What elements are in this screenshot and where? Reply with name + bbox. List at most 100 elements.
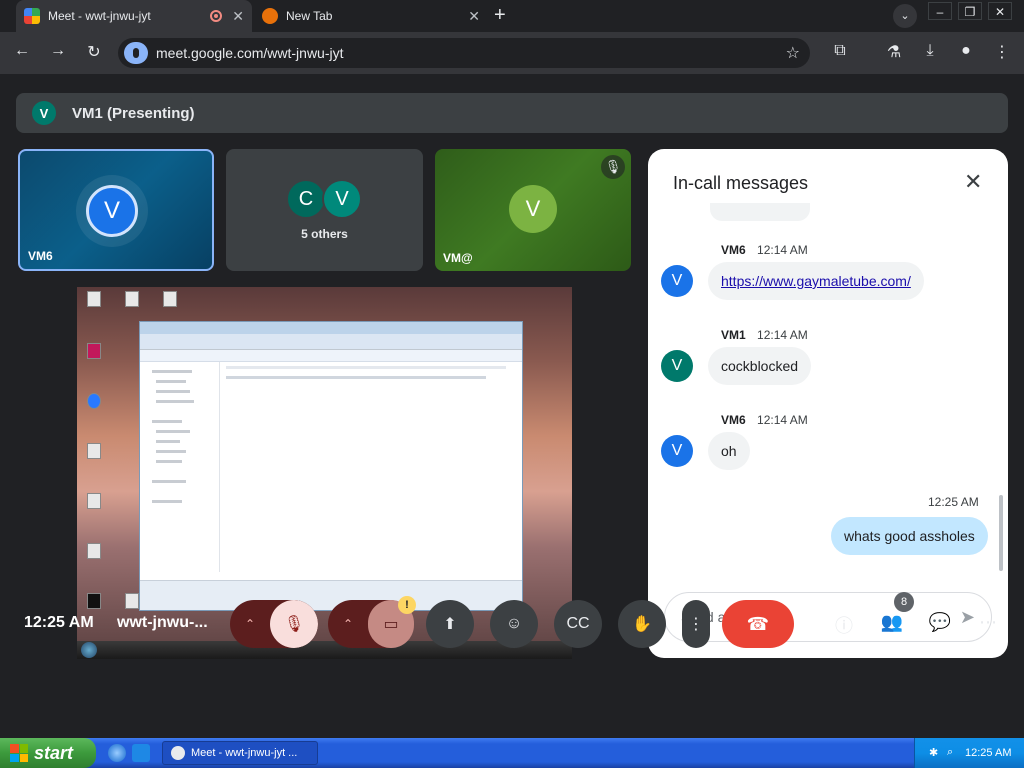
presenter-avatar: V [32, 101, 56, 125]
avatar: C [286, 179, 326, 219]
activities-icon[interactable]: ⋯ [976, 612, 1000, 636]
system-tray: ✱ ⌕ 12:25 AM [914, 738, 1024, 768]
labs-icon[interactable]: ⚗ [883, 42, 905, 62]
new-tab-button[interactable]: + [494, 4, 506, 27]
network-icon[interactable]: ✱ [929, 746, 943, 760]
explorer-toolbar [140, 350, 522, 362]
search-icon[interactable]: ⌕ [947, 746, 961, 760]
people-icon[interactable]: 👥 [880, 612, 904, 636]
close-window-icon[interactable]: ✕ [988, 2, 1012, 20]
shared-screen [77, 287, 572, 659]
explorer-window [139, 321, 523, 611]
tray-clock: 12:25 AM [965, 747, 1012, 759]
meet-favicon-icon [24, 8, 40, 24]
message-link[interactable]: https://www.gaymaletube.com/ [708, 262, 924, 300]
chat-icon[interactable]: 💬 [928, 612, 952, 636]
participant-tile-vm6[interactable]: V VM6 [18, 149, 214, 271]
menu-icon[interactable]: ⋮ [991, 42, 1013, 62]
url-text[interactable]: meet.google.com/wwt-jnwu-jyt [156, 45, 786, 61]
windows-flag-icon [10, 744, 28, 762]
download-icon[interactable]: ⤓ [919, 42, 941, 60]
recording-icon [210, 10, 223, 22]
message-time: 12:14 AM [757, 413, 808, 427]
avatar: V [509, 185, 557, 233]
message-time: 12:14 AM [757, 328, 808, 342]
minimize-icon[interactable]: – [928, 2, 952, 20]
message-sender: VM6 [721, 243, 746, 257]
avatar: V [86, 185, 138, 237]
meeting-details-icon[interactable]: ⓘ [832, 612, 856, 636]
desktop-file-icon [125, 593, 139, 609]
participant-tile-vm-at[interactable]: 🎙 V VM@ [435, 149, 631, 271]
desktop-file-icon [163, 291, 177, 307]
taskbar-item-label: Meet - wwt-jnwu-jyt ... [191, 747, 298, 759]
profile-icon[interactable]: ● [955, 42, 977, 60]
back-icon[interactable]: ← [10, 42, 34, 60]
mic-off-icon: 🎙 [601, 155, 625, 179]
participant-name: VM@ [443, 251, 473, 265]
tab-title: New Tab [286, 9, 333, 23]
audio-settings-chevron-icon[interactable]: ⌃ [230, 600, 270, 648]
mic-control-group: ⌃ 🎙 [230, 600, 318, 648]
present-screen-button[interactable]: ⬆ [426, 600, 474, 648]
start-button[interactable]: start [0, 738, 96, 768]
close-tab-icon[interactable]: ✕ [232, 8, 244, 25]
sender-avatar: V [661, 265, 693, 297]
leave-call-button[interactable]: ☎ [722, 600, 794, 648]
presenting-banner: V VM1 (Presenting) [16, 93, 1008, 133]
reload-icon[interactable]: ↻ [82, 42, 106, 62]
meeting-clock: 12:25 AM [24, 614, 94, 631]
desktop-file-icon [125, 291, 139, 307]
os-taskbar: start Meet - wwt-jnwu-jyt ... ✱ ⌕ 12:25 … [0, 738, 1024, 768]
mic-off-button[interactable]: 🎙 [270, 600, 318, 648]
video-settings-chevron-icon[interactable]: ⌃ [328, 600, 368, 648]
message-sender: VM1 [721, 328, 746, 342]
chat-scrollbar[interactable] [999, 495, 1003, 571]
chrome-quicklaunch-icon[interactable] [132, 744, 150, 762]
avatar-stack: C V [286, 179, 362, 219]
recycle-bin-icon [87, 291, 101, 307]
chat-panel: In-call messages ✕ VM6 12:14 AM V https:… [648, 149, 1008, 658]
message-bubble: cockblocked [708, 347, 812, 385]
others-label: 5 others [301, 227, 348, 241]
new-tab-favicon-icon [262, 8, 278, 24]
tab-meet[interactable]: Meet - wwt-jnwu-jyt ✕ [16, 0, 252, 32]
close-chat-icon[interactable]: ✕ [964, 169, 982, 195]
tab-new-tab[interactable]: New Tab ✕ [254, 0, 488, 32]
site-info-icon[interactable] [124, 42, 148, 64]
desktop-file-icon [87, 443, 101, 459]
presenting-label: VM1 (Presenting) [72, 104, 195, 122]
explorer-titlebar [140, 322, 522, 334]
shared-taskbar [77, 641, 572, 659]
avatar: V [322, 179, 362, 219]
address-bar[interactable]: meet.google.com/wwt-jnwu-jyt ☆ [118, 38, 810, 68]
send-icon[interactable]: ➤ [960, 607, 975, 628]
chrome-icon [171, 746, 185, 760]
camera-warning-icon[interactable]: ! [398, 596, 416, 614]
emoji-reaction-button[interactable]: ☺ [490, 600, 538, 648]
desktop-file-icon [87, 493, 101, 509]
participant-name: VM6 [28, 249, 53, 263]
extensions-icon[interactable]: ⧉ [829, 42, 851, 60]
captions-button[interactable]: CC [554, 600, 602, 648]
shared-start-orb-icon [81, 642, 97, 658]
chat-title: In-call messages [673, 173, 809, 193]
message-header: VM6 12:14 AM [721, 243, 808, 257]
more-options-button[interactable]: ⋮ [682, 600, 710, 648]
desktop-app-icon [87, 343, 101, 359]
participant-tile-others[interactable]: C V 5 others [226, 149, 423, 271]
start-label: start [34, 742, 74, 763]
speaking-ring: V [76, 175, 148, 247]
taskbar-item-meet[interactable]: Meet - wwt-jnwu-jyt ... [162, 741, 318, 765]
close-tab-icon[interactable]: ✕ [468, 8, 480, 25]
forward-icon[interactable]: → [46, 42, 70, 60]
meeting-code[interactable]: wwt-jnwu-... [117, 614, 208, 632]
previous-message-bubble [710, 203, 810, 221]
restore-icon[interactable]: ❐ [958, 2, 982, 20]
tab-search-icon[interactable]: ⌄ [893, 4, 917, 28]
ie-quicklaunch-icon[interactable] [108, 744, 126, 762]
raise-hand-button[interactable]: ✋ [618, 600, 666, 648]
window-controls: – ❐ ✕ [928, 2, 1012, 20]
browser-toolbar: ← → ↻ meet.google.com/wwt-jnwu-jyt ☆ ⧉ ⚗… [0, 32, 1024, 74]
star-icon[interactable]: ☆ [786, 43, 800, 63]
